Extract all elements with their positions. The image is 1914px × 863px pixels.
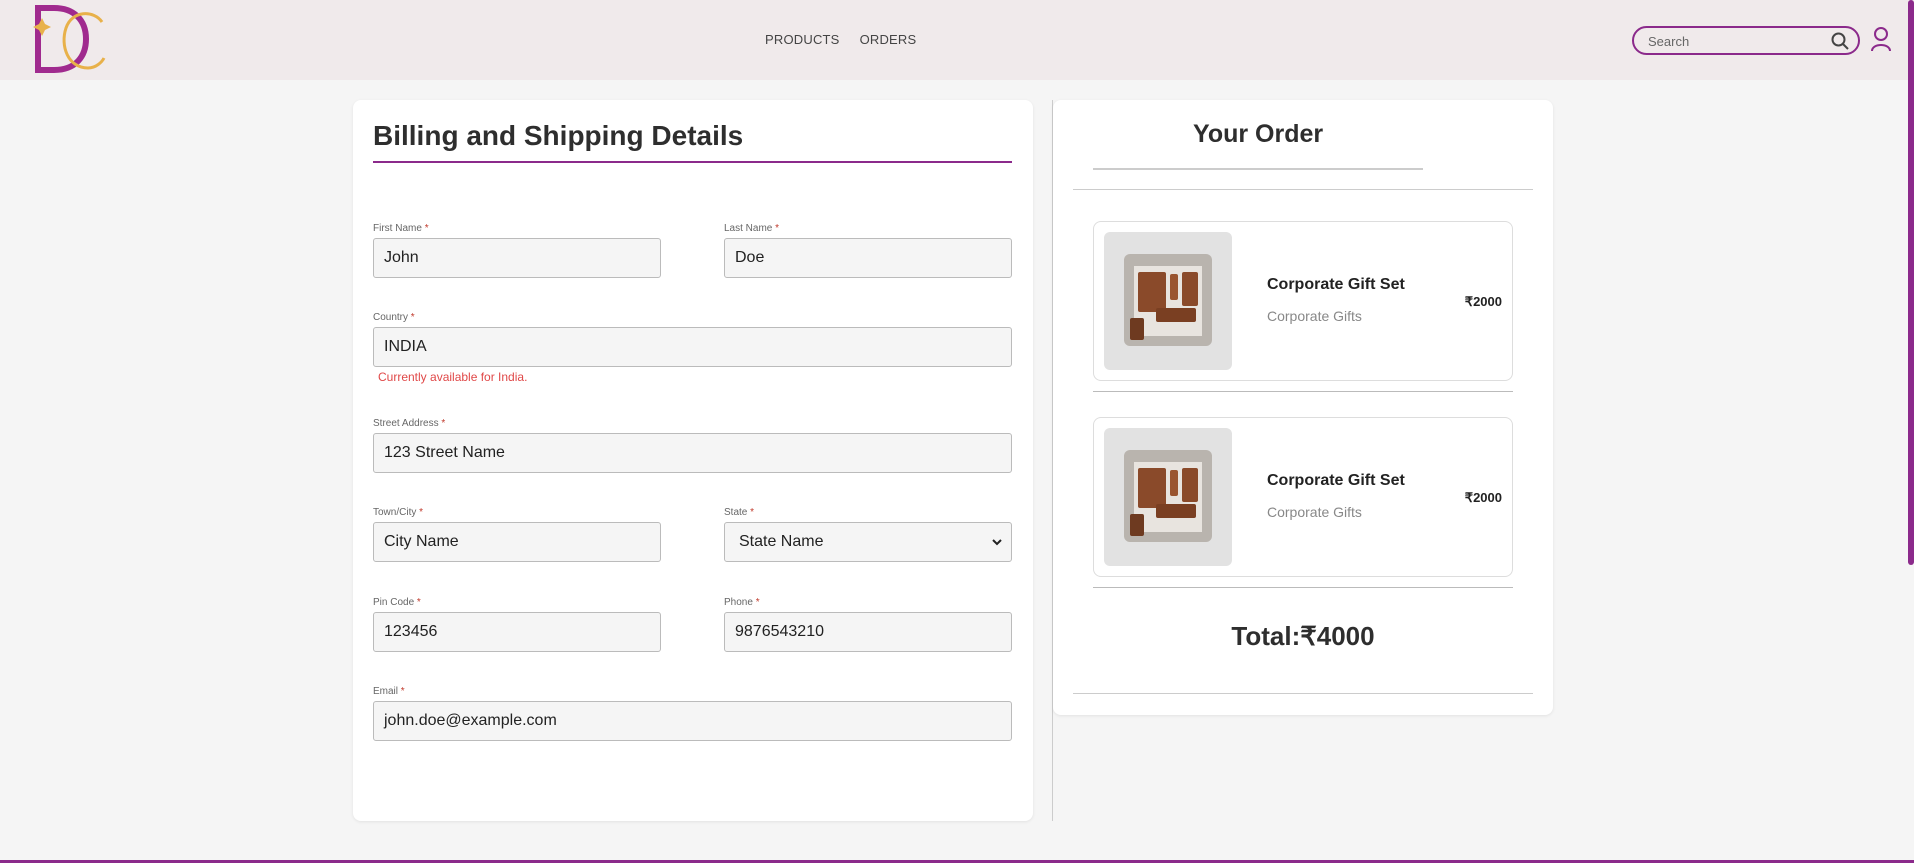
email-label: Email *: [373, 686, 405, 697]
item-name: Corporate Gift Set: [1267, 276, 1405, 293]
brand-logo[interactable]: [28, 4, 108, 76]
item-price: ₹2000: [1464, 490, 1502, 505]
first-name-label: First Name *: [373, 223, 429, 234]
product-image: [1124, 450, 1212, 542]
street-address-field[interactable]: 123 Street Name: [373, 433, 1012, 473]
item-category: Corporate Gifts: [1267, 308, 1362, 324]
billing-title-underline: [373, 161, 1012, 163]
search-box: [1632, 26, 1860, 55]
state-select-value: State Name: [739, 533, 824, 550]
order-summary-card: Your Order Corporate Gift Set Corporate …: [1053, 100, 1553, 715]
first-name-field[interactable]: John: [373, 238, 661, 278]
billing-title: Billing and Shipping Details: [373, 120, 744, 151]
nav-products[interactable]: PRODUCTS: [765, 32, 840, 47]
city-field[interactable]: City Name: [373, 522, 661, 562]
search-icon[interactable]: [1830, 31, 1850, 51]
product-thumbnail: [1104, 232, 1232, 370]
item-divider: [1093, 391, 1513, 392]
nav-orders[interactable]: ORDERS: [860, 32, 917, 47]
order-item[interactable]: Corporate Gift Set Corporate Gifts ₹2000: [1093, 417, 1513, 577]
order-footer-divider: [1073, 693, 1533, 694]
item-category: Corporate Gifts: [1267, 504, 1362, 520]
city-label: Town/City *: [373, 507, 424, 518]
phone-field[interactable]: 9876543210: [724, 612, 1012, 652]
item-divider: [1093, 587, 1513, 588]
street-address-label: Street Address *: [373, 418, 446, 429]
main-nav: PRODUCTS ORDERS: [765, 32, 916, 47]
pin-code-label: Pin Code *: [373, 597, 421, 608]
phone-label: Phone *: [724, 597, 760, 608]
order-header-divider: [1073, 189, 1533, 190]
last-name-label: Last Name *: [724, 223, 780, 234]
user-icon[interactable]: [1870, 26, 1892, 52]
product-image: [1124, 254, 1212, 346]
chevron-down-icon: [992, 539, 1002, 546]
product-thumbnail: [1104, 428, 1232, 566]
country-availability-note: Currently available for India.: [378, 370, 528, 384]
order-item[interactable]: Corporate Gift Set Corporate Gifts ₹2000: [1093, 221, 1513, 381]
country-field[interactable]: INDIA: [373, 327, 1012, 367]
item-name: Corporate Gift Set: [1267, 472, 1405, 489]
order-title: Your Order: [1193, 120, 1324, 148]
top-header: PRODUCTS ORDERS: [0, 0, 1914, 80]
state-label: State *: [724, 507, 755, 518]
country-label: Country *: [373, 312, 415, 323]
state-select[interactable]: State Name: [724, 522, 1012, 562]
last-name-field[interactable]: Doe: [724, 238, 1012, 278]
pin-code-field[interactable]: 123456: [373, 612, 661, 652]
page-scrollbar[interactable]: [1908, 0, 1914, 565]
email-field[interactable]: john.doe@example.com: [373, 701, 1012, 741]
billing-form-card: Billing and Shipping Details First Name …: [353, 100, 1033, 821]
item-price: ₹2000: [1464, 294, 1502, 309]
order-total: Total:₹4000: [1231, 621, 1375, 651]
order-title-underline: [1093, 168, 1423, 170]
search-input[interactable]: [1648, 32, 1823, 50]
